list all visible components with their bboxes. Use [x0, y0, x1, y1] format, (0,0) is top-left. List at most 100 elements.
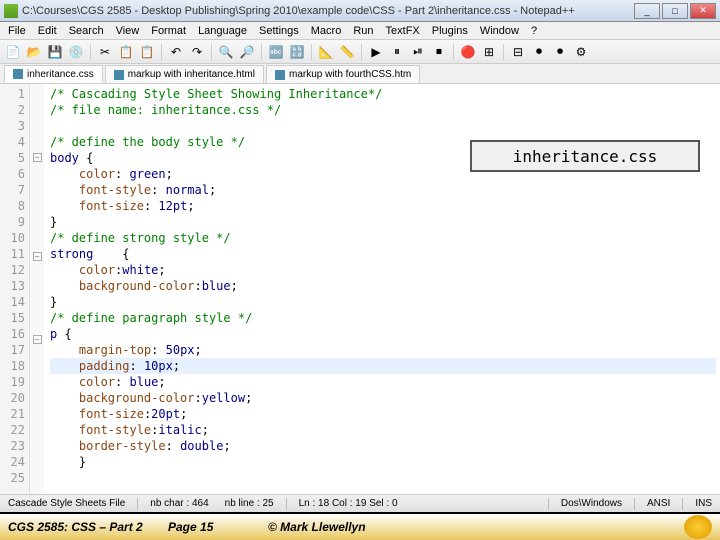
toolbar-btn-17[interactable]: ⏯: [409, 43, 427, 61]
menu-language[interactable]: Language: [192, 23, 253, 39]
toolbar-btn-16[interactable]: ⏸: [388, 43, 406, 61]
code-line[interactable]: color: blue;: [50, 374, 716, 390]
code-line[interactable]: font-style:italic;: [50, 422, 716, 438]
code-line[interactable]: p {: [50, 326, 716, 342]
code-line[interactable]: }: [50, 294, 716, 310]
line-number: 9: [0, 214, 25, 230]
file-icon: [275, 70, 285, 80]
toolbar-btn-21[interactable]: ⊟: [509, 43, 527, 61]
code-line[interactable]: margin-top: 50px;: [50, 342, 716, 358]
code-line[interactable]: background-color:yellow;: [50, 390, 716, 406]
menu-file[interactable]: File: [2, 23, 32, 39]
code-line[interactable]: strong {: [50, 246, 716, 262]
toolbar-btn-5[interactable]: 📋: [117, 43, 135, 61]
line-number: 12: [0, 262, 25, 278]
toolbar-btn-12[interactable]: 🔡: [288, 43, 306, 61]
line-number: 25: [0, 470, 25, 486]
menu-window[interactable]: Window: [474, 23, 525, 39]
fold-icon[interactable]: −: [33, 252, 42, 261]
status-chars: nb char : 464: [146, 498, 212, 509]
toolbar-btn-8[interactable]: ↷: [188, 43, 206, 61]
code-line[interactable]: padding: 10px;: [50, 358, 716, 374]
toolbar-btn-22[interactable]: ⏺: [530, 43, 548, 61]
line-number: 14: [0, 294, 25, 310]
toolbar-btn-19[interactable]: 🔴: [459, 43, 477, 61]
toolbar-btn-18[interactable]: ⏹: [430, 43, 448, 61]
line-number: 17: [0, 342, 25, 358]
menu-view[interactable]: View: [110, 23, 146, 39]
tab-inheritance-css[interactable]: inheritance.css: [4, 65, 103, 83]
line-number: 1: [0, 86, 25, 102]
menu-run[interactable]: Run: [347, 23, 379, 39]
line-number: 16: [0, 326, 25, 342]
toolbar-btn-13[interactable]: 📐: [317, 43, 335, 61]
code-line[interactable]: color:white;: [50, 262, 716, 278]
code-line[interactable]: }: [50, 214, 716, 230]
code-line[interactable]: /* define strong style */: [50, 230, 716, 246]
menu-macro[interactable]: Macro: [305, 23, 348, 39]
document-tabs: inheritance.css markup with inheritance.h…: [0, 64, 720, 84]
line-number: 19: [0, 374, 25, 390]
maximize-button[interactable]: □: [662, 3, 688, 19]
toolbar-btn-1[interactable]: 📂: [25, 43, 43, 61]
menu-settings[interactable]: Settings: [253, 23, 305, 39]
code-line[interactable]: }: [50, 454, 716, 470]
line-number: 13: [0, 278, 25, 294]
toolbar-btn-2[interactable]: 💾: [46, 43, 64, 61]
line-number: 11: [0, 246, 25, 262]
toolbar-btn-23[interactable]: ⏺: [551, 43, 569, 61]
toolbar-btn-0[interactable]: 📄: [4, 43, 22, 61]
tab-markup-with-inheritance-html[interactable]: markup with inheritance.html: [105, 65, 264, 83]
toolbar-btn-9[interactable]: 🔍: [217, 43, 235, 61]
line-number: 15: [0, 310, 25, 326]
code-line[interactable]: /* Cascading Style Sheet Showing Inherit…: [50, 86, 716, 102]
toolbar-btn-4[interactable]: ✂: [96, 43, 114, 61]
slide-footer: CGS 2585: CSS – Part 2 Page 15 © Mark Ll…: [0, 512, 720, 540]
menu-[interactable]: ?: [525, 23, 543, 39]
tab-markup-with-fourthcss-htm[interactable]: markup with fourthCSS.htm: [266, 65, 420, 83]
line-number: 8: [0, 198, 25, 214]
footer-copyright: © Mark Llewellyn: [268, 520, 684, 534]
file-icon: [13, 69, 23, 79]
code-line[interactable]: [50, 118, 716, 134]
toolbar-btn-10[interactable]: 🔎: [238, 43, 256, 61]
line-number: 3: [0, 118, 25, 134]
toolbar-btn-20[interactable]: ⊞: [480, 43, 498, 61]
code-line[interactable]: font-size: 12pt;: [50, 198, 716, 214]
fold-icon[interactable]: −: [33, 153, 42, 162]
toolbar-btn-15[interactable]: ▶: [367, 43, 385, 61]
file-icon: [114, 70, 124, 80]
statusbar: Cascade Style Sheets File nb char : 464 …: [0, 494, 720, 512]
minimize-button[interactable]: _: [634, 3, 660, 19]
code-line[interactable]: [50, 470, 716, 486]
line-number: 7: [0, 182, 25, 198]
toolbar-btn-3[interactable]: 💿: [67, 43, 85, 61]
status-encoding: ANSI: [643, 498, 674, 509]
toolbar-btn-7[interactable]: ↶: [167, 43, 185, 61]
status-insert: INS: [691, 498, 716, 509]
menu-textfx[interactable]: TextFX: [380, 23, 426, 39]
line-number: 5: [0, 150, 25, 166]
toolbar-btn-14[interactable]: 📏: [338, 43, 356, 61]
menu-edit[interactable]: Edit: [32, 23, 63, 39]
toolbar-btn-6[interactable]: 📋: [138, 43, 156, 61]
code-line[interactable]: /* define paragraph style */: [50, 310, 716, 326]
tab-label: markup with inheritance.html: [128, 69, 255, 80]
code-line[interactable]: border-style: double;: [50, 438, 716, 454]
code-line[interactable]: font-style: normal;: [50, 182, 716, 198]
menu-search[interactable]: Search: [63, 23, 110, 39]
line-number: 10: [0, 230, 25, 246]
fold-icon[interactable]: −: [33, 335, 42, 344]
footer-page: Page 15: [168, 520, 268, 534]
line-number: 23: [0, 438, 25, 454]
code-line[interactable]: font-size:20pt;: [50, 406, 716, 422]
code-line[interactable]: background-color:blue;: [50, 278, 716, 294]
toolbar-btn-24[interactable]: ⚙: [572, 43, 590, 61]
menu-format[interactable]: Format: [145, 23, 192, 39]
close-button[interactable]: ✕: [690, 3, 716, 19]
tab-label: markup with fourthCSS.htm: [289, 69, 411, 80]
toolbar-btn-11[interactable]: 🔤: [267, 43, 285, 61]
menu-plugins[interactable]: Plugins: [426, 23, 474, 39]
footer-logo-icon: [684, 515, 712, 539]
code-line[interactable]: /* file name: inheritance.css */: [50, 102, 716, 118]
